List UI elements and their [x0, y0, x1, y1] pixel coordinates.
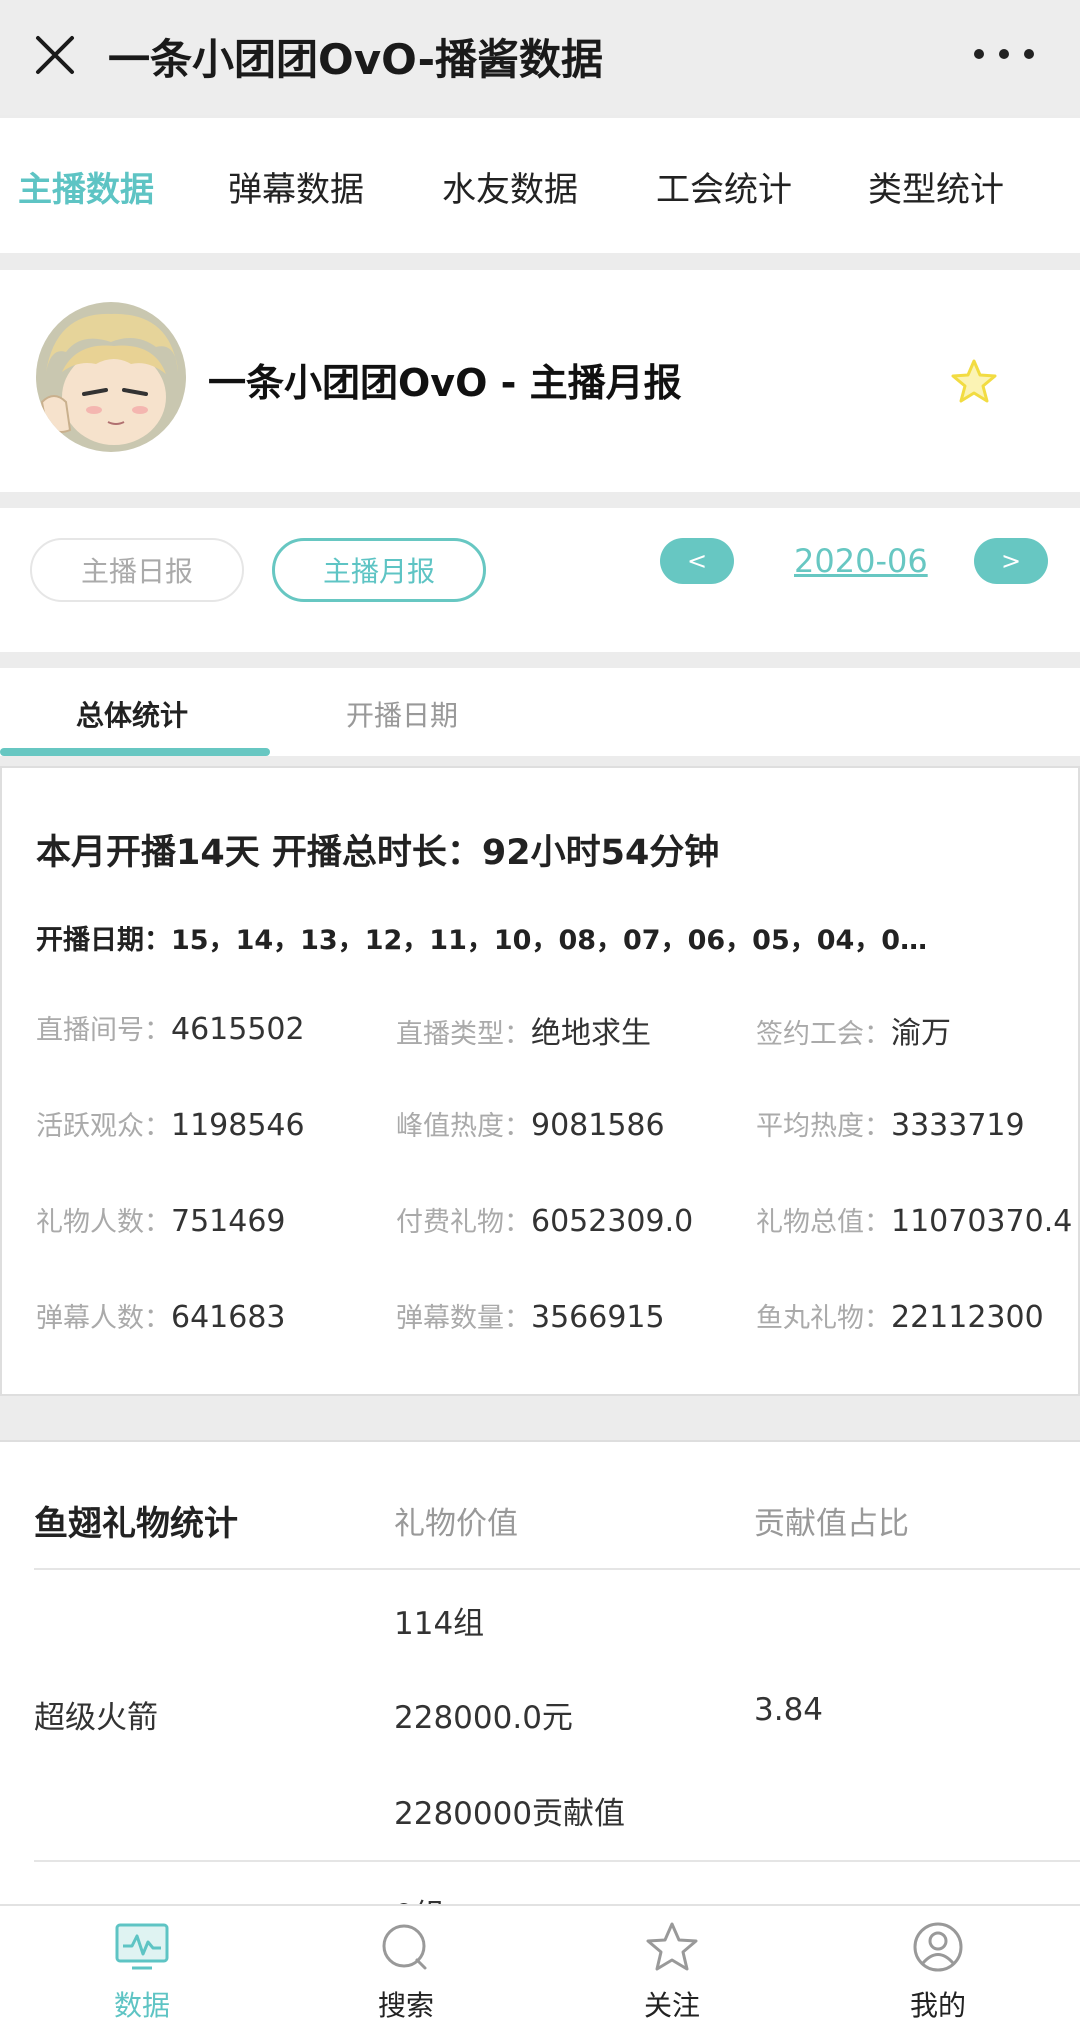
stat-gift-total: 礼物总值：11070370.4	[756, 1204, 1073, 1239]
sub-tab-bar: 总体统计 开播日期	[0, 668, 1080, 756]
daily-report-button[interactable]: 主播日报	[30, 538, 244, 602]
window-title: 一条小团团OvO-播酱数据	[108, 35, 603, 84]
month-picker[interactable]: 2020-06	[794, 542, 928, 580]
stat-room-id: 直播间号：4615502	[36, 1012, 305, 1047]
stat-paid-gifts: 付费礼物：6052309.0	[396, 1204, 694, 1239]
stat-danmaku-count: 弹幕数量：3566915	[396, 1300, 665, 1335]
stat-fishball-gifts: 鱼丸礼物：22112300	[756, 1300, 1044, 1335]
stat-peak-heat: 峰值热度：9081586	[396, 1108, 665, 1143]
gift-table-title: 鱼翅礼物统计	[34, 1504, 238, 1544]
stat-gift-givers: 礼物人数：751469	[36, 1204, 286, 1239]
gift-yuan-value: 228000.0元	[394, 1700, 573, 1736]
search-icon	[378, 1922, 434, 1976]
nav-search[interactable]: 搜索	[346, 1922, 466, 2024]
next-month-button[interactable]: >	[974, 538, 1048, 584]
stream-dates-text: 开播日期：15，14，13，12，11，10，08，07，06，05，04，0…	[36, 925, 928, 956]
stat-guild: 签约工会：渝万	[756, 1016, 951, 1051]
stats-card: 本月开播14天 开播总时长：92小时54分钟 开播日期：15，14，13，12，…	[0, 766, 1080, 1396]
chart-icon	[114, 1922, 170, 1976]
stat-average-heat: 平均热度：3333719	[756, 1108, 1025, 1143]
title-bar: 一条小团团OvO-播酱数据	[0, 0, 1080, 115]
anchor-profile: 一条小团团OvO - 主播月报	[0, 270, 1080, 492]
tab-anchor-data[interactable]: 主播数据	[18, 162, 154, 211]
bottom-nav: 数据 搜索 关注 我的	[0, 1904, 1080, 2033]
divider	[34, 1568, 1080, 1570]
favorite-star-icon[interactable]	[950, 358, 998, 408]
tab-overall-stats[interactable]: 总体统计	[76, 694, 188, 734]
more-options-icon[interactable]	[974, 44, 1034, 64]
gift-stats-table: 鱼翅礼物统计 礼物价值 贡献值占比 超级火箭 114组 228000.0元 22…	[0, 1440, 1080, 1934]
prev-month-button[interactable]: <	[660, 538, 734, 584]
monthly-summary-headline: 本月开播14天 开播总时长：92小时54分钟	[36, 833, 720, 873]
nav-data[interactable]: 数据	[82, 1922, 202, 2024]
stat-active-viewers: 活跃观众：1198546	[36, 1108, 305, 1143]
stat-danmaku-users: 弹幕人数：641683	[36, 1300, 286, 1335]
close-icon[interactable]	[30, 30, 80, 80]
stat-stream-type: 直播类型：绝地求生	[396, 1016, 651, 1051]
user-icon	[910, 1922, 966, 1976]
gift-contribution-ratio: 3.84	[754, 1692, 824, 1728]
profile-title: 一条小团团OvO - 主播月报	[208, 361, 682, 405]
top-tab-bar: 主播数据 弹幕数据 水友数据 工会统计 类型统计	[0, 118, 1080, 253]
tab-stream-dates[interactable]: 开播日期	[346, 694, 458, 734]
report-switch-bar: 主播日报 主播月报 < 2020-06 >	[0, 508, 1080, 652]
monthly-report-button[interactable]: 主播月报	[272, 538, 486, 602]
nav-profile[interactable]: 我的	[878, 1922, 998, 2024]
star-icon	[644, 1922, 700, 1976]
avatar[interactable]	[36, 302, 186, 452]
tab-danmaku-data[interactable]: 弹幕数据	[228, 162, 364, 211]
active-tab-indicator	[0, 748, 270, 756]
gift-name: 超级火箭	[34, 1700, 158, 1736]
tab-type-stats[interactable]: 类型统计	[868, 162, 1004, 211]
gift-contribution-value: 2280000贡献值	[394, 1796, 626, 1832]
gift-value-header: 礼物价值	[394, 1506, 518, 1542]
contribution-ratio-header: 贡献值占比	[754, 1506, 909, 1542]
nav-follow[interactable]: 关注	[612, 1922, 732, 2024]
tab-guild-stats[interactable]: 工会统计	[656, 162, 792, 211]
divider	[34, 1860, 1080, 1862]
tab-fans-data[interactable]: 水友数据	[442, 162, 578, 211]
gift-count: 114组	[394, 1606, 485, 1642]
